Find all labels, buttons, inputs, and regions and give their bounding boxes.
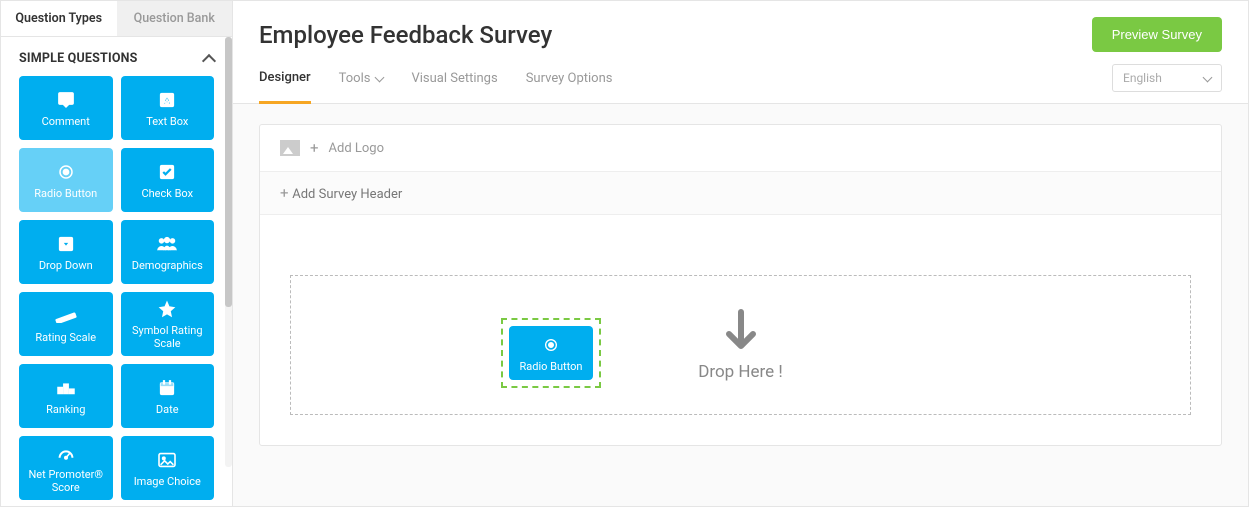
image-icon bbox=[157, 449, 177, 471]
ruler-icon bbox=[55, 305, 77, 327]
main-tabs: Designer Tools Visual Settings Survey Op… bbox=[259, 70, 1222, 103]
qtype-image-choice[interactable]: Image Choice bbox=[121, 436, 215, 500]
svg-text:A: A bbox=[164, 95, 171, 106]
survey-title[interactable]: Employee Feedback Survey bbox=[259, 21, 552, 49]
section-simple-questions[interactable]: SIMPLE QUESTIONS bbox=[1, 37, 232, 76]
gauge-icon bbox=[56, 442, 76, 464]
drop-zone[interactable]: Drop Here ! Radio Button bbox=[290, 275, 1191, 415]
drag-ghost-radio: Radio Button bbox=[509, 326, 593, 380]
tab-question-types[interactable]: Question Types bbox=[1, 1, 117, 36]
qtype-checkbox[interactable]: Check Box bbox=[121, 148, 215, 212]
qtype-label: Check Box bbox=[141, 187, 193, 200]
qtype-date[interactable]: Date bbox=[121, 364, 215, 428]
add-header-row[interactable]: + Add Survey Header bbox=[260, 172, 1221, 215]
ranking-icon bbox=[56, 377, 76, 399]
qtype-nps[interactable]: Net Promoter® Score bbox=[19, 436, 113, 500]
date-icon bbox=[158, 377, 176, 399]
qtype-dropdown[interactable]: Drop Down bbox=[19, 220, 113, 284]
chevron-down-icon bbox=[1203, 72, 1213, 82]
qtype-demographics[interactable]: Demographics bbox=[121, 220, 215, 284]
qtype-label: Demographics bbox=[132, 259, 203, 272]
sidebar-body: SIMPLE QUESTIONS Comment A Text Box bbox=[1, 37, 232, 506]
qtype-label: Rating Scale bbox=[35, 331, 96, 344]
drop-text: Drop Here ! bbox=[698, 362, 783, 382]
qtype-symbol-rating[interactable]: Symbol Rating Scale bbox=[121, 292, 215, 356]
qtype-label: Radio Button bbox=[34, 187, 97, 200]
tab-question-bank[interactable]: Question Bank bbox=[117, 1, 233, 36]
survey-canvas: + Add Logo + Add Survey Header Drop Here… bbox=[259, 124, 1222, 446]
plus-icon: + bbox=[280, 184, 292, 202]
tab-tools-label: Tools bbox=[339, 71, 371, 86]
checkbox-icon bbox=[158, 161, 176, 183]
add-header-label: Add Survey Header bbox=[292, 187, 402, 202]
sidebar: Question Types Question Bank SIMPLE QUES… bbox=[1, 1, 233, 506]
tab-visual-settings[interactable]: Visual Settings bbox=[411, 71, 497, 102]
qtype-label: Date bbox=[156, 403, 179, 416]
qtype-textbox[interactable]: A Text Box bbox=[121, 76, 215, 140]
language-select[interactable]: English bbox=[1112, 64, 1222, 92]
qtype-label: Symbol Rating Scale bbox=[125, 324, 211, 350]
qtype-radio-button[interactable]: Radio Button bbox=[19, 148, 113, 212]
topbar: Employee Feedback Survey Preview Survey … bbox=[233, 1, 1248, 104]
add-logo-label: Add Logo bbox=[329, 141, 385, 156]
dropdown-icon bbox=[57, 233, 75, 255]
textbox-icon: A bbox=[158, 89, 176, 111]
star-icon bbox=[158, 298, 176, 320]
image-placeholder-icon bbox=[280, 140, 300, 156]
comment-icon bbox=[56, 89, 76, 111]
qtype-label: Drop Down bbox=[39, 259, 93, 272]
qtype-ranking[interactable]: Ranking bbox=[19, 364, 113, 428]
demographics-icon bbox=[156, 233, 178, 255]
drag-ghost[interactable]: Radio Button bbox=[501, 318, 601, 388]
tab-tools[interactable]: Tools bbox=[339, 71, 384, 102]
tab-survey-options[interactable]: Survey Options bbox=[526, 71, 613, 102]
sidebar-scrollbar[interactable] bbox=[225, 37, 232, 467]
drag-ghost-label: Radio Button bbox=[520, 360, 583, 373]
chevron-down-icon bbox=[375, 73, 385, 83]
canvas-area: + Add Logo + Add Survey Header Drop Here… bbox=[233, 104, 1248, 506]
section-title: SIMPLE QUESTIONS bbox=[19, 51, 138, 66]
plus-icon: + bbox=[310, 139, 319, 157]
sidebar-tabs: Question Types Question Bank bbox=[1, 1, 232, 37]
qtype-label: Comment bbox=[42, 115, 90, 128]
scrollbar-thumb[interactable] bbox=[225, 37, 232, 307]
language-value: English bbox=[1123, 71, 1162, 85]
qtype-label: Ranking bbox=[46, 403, 85, 416]
chevron-up-icon bbox=[202, 53, 216, 67]
add-logo-row[interactable]: + Add Logo bbox=[260, 125, 1221, 172]
qtype-label: Text Box bbox=[146, 115, 188, 128]
preview-survey-button[interactable]: Preview Survey bbox=[1092, 17, 1222, 52]
qtype-label: Net Promoter® Score bbox=[23, 468, 109, 494]
main-content: Employee Feedback Survey Preview Survey … bbox=[233, 1, 1248, 506]
qtype-label: Image Choice bbox=[134, 475, 201, 488]
question-types-grid: Comment A Text Box Radio Button bbox=[1, 76, 232, 500]
down-arrow-icon bbox=[721, 308, 761, 356]
radio-icon bbox=[57, 161, 75, 183]
radio-icon bbox=[543, 334, 559, 356]
qtype-rating-scale[interactable]: Rating Scale bbox=[19, 292, 113, 356]
tab-designer[interactable]: Designer bbox=[259, 70, 311, 104]
qtype-comment[interactable]: Comment bbox=[19, 76, 113, 140]
